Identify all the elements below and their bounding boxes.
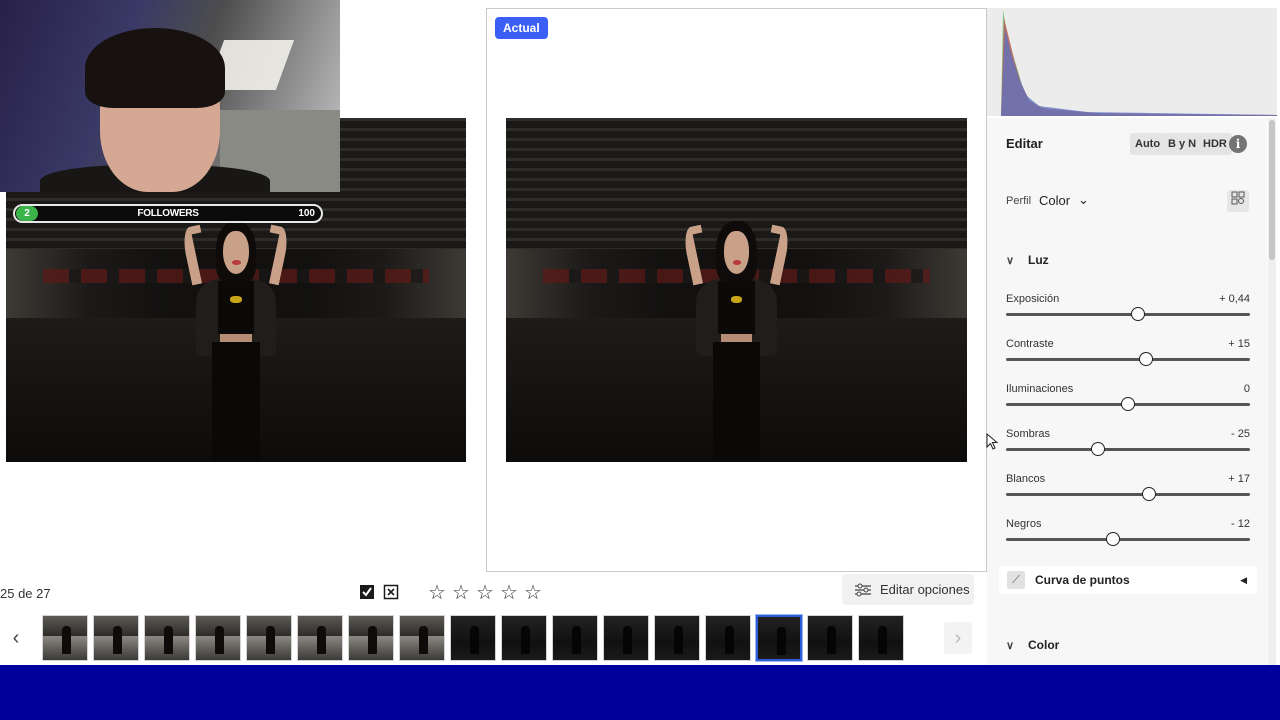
- chevron-down-icon: ∨: [1006, 255, 1015, 267]
- chevron-down-icon: ∨: [1006, 640, 1015, 652]
- panel-title: Editar: [1006, 136, 1043, 151]
- slider-value[interactable]: + 17: [1228, 473, 1250, 485]
- filmstrip-thumbnail[interactable]: [654, 615, 700, 661]
- slider-knob[interactable]: [1141, 487, 1156, 501]
- followers-count: 2: [16, 206, 38, 221]
- slider-track[interactable]: [1006, 358, 1250, 361]
- filmstrip-thumbnail[interactable]: [195, 615, 241, 661]
- sliders-icon: [855, 583, 871, 596]
- slider-row: Blancos + 17: [1006, 473, 1250, 513]
- flag-pick-icon[interactable]: [358, 584, 376, 602]
- followers-goal: 100: [298, 208, 315, 219]
- slider-label: Sombras: [1006, 428, 1051, 440]
- slider-row: Sombras - 25: [1006, 428, 1250, 468]
- histogram: [987, 8, 1277, 116]
- curve-icon: ⟋: [1007, 571, 1025, 589]
- filmstrip-thumbnail[interactable]: [552, 615, 598, 661]
- slider-row: Iluminaciones 0: [1006, 383, 1250, 423]
- auto-button[interactable]: Auto: [1130, 133, 1166, 155]
- slider-track[interactable]: [1006, 313, 1250, 316]
- bottom-band: [0, 665, 1280, 720]
- point-curve-label: Curva de puntos: [1035, 573, 1130, 587]
- star-icon[interactable]: ☆: [427, 582, 447, 604]
- slider-row: Exposición + 0,44: [1006, 293, 1250, 333]
- actual-badge: Actual: [495, 17, 548, 39]
- filmstrip-thumbnail[interactable]: [399, 615, 445, 661]
- section-color-header[interactable]: ∨ Color: [1006, 638, 1059, 652]
- filmstrip-thumbnail[interactable]: [246, 615, 292, 661]
- followers-goal-bar: FOLLOWERS 2 100: [13, 204, 323, 223]
- mouse-cursor-icon: [986, 433, 999, 450]
- slider-row: Contraste + 15: [1006, 338, 1250, 378]
- star-icon[interactable]: ☆: [523, 582, 543, 604]
- filmstrip-thumbnail[interactable]: [93, 615, 139, 661]
- slider-knob[interactable]: [1139, 352, 1154, 366]
- filmstrip-thumbnail[interactable]: [297, 615, 343, 661]
- slider-value[interactable]: 0: [1244, 383, 1250, 395]
- slider-value[interactable]: + 15: [1228, 338, 1250, 350]
- slider-value[interactable]: - 25: [1231, 428, 1250, 440]
- slider-track[interactable]: [1006, 448, 1250, 451]
- star-icon[interactable]: ☆: [451, 582, 471, 604]
- filmstrip-thumbnail[interactable]: [450, 615, 496, 661]
- filmstrip-thumbnail[interactable]: [144, 615, 190, 661]
- info-icon[interactable]: i: [1229, 135, 1247, 153]
- filmstrip-thumbnail[interactable]: [603, 615, 649, 661]
- slider-knob[interactable]: [1106, 532, 1121, 546]
- edit-options-label: Editar opciones: [880, 582, 970, 597]
- profile-select[interactable]: Color: [1039, 193, 1070, 208]
- slider-label: Contraste: [1006, 338, 1054, 350]
- edit-options-button[interactable]: Editar opciones: [842, 574, 974, 605]
- slider-label: Blancos: [1006, 473, 1046, 485]
- slider-label: Exposición: [1006, 293, 1060, 305]
- photo-editor-app: Actual FOLLOWERS 2 100 25 de 27 ☆ ☆ ☆ ☆ …: [0, 0, 1280, 665]
- slider-label: Iluminaciones: [1006, 383, 1074, 395]
- slider-track[interactable]: [1006, 493, 1250, 496]
- slider-label: Negros: [1006, 518, 1042, 530]
- panel-scrollbar[interactable]: [1268, 118, 1276, 665]
- chevron-down-icon[interactable]: ⌄: [1078, 192, 1089, 208]
- star-icon[interactable]: ☆: [499, 582, 519, 604]
- filmstrip-thumbnail[interactable]: [807, 615, 853, 661]
- flag-reject-icon[interactable]: [382, 584, 400, 602]
- star-icon[interactable]: ☆: [475, 582, 495, 604]
- star-rating: ☆ ☆ ☆ ☆ ☆: [427, 582, 543, 604]
- slider-knob[interactable]: [1090, 442, 1105, 456]
- filmstrip: [42, 614, 904, 662]
- filmstrip-prev-button[interactable]: ‹: [2, 622, 30, 654]
- slider-track[interactable]: [1006, 538, 1250, 541]
- black-white-button[interactable]: B y N: [1163, 133, 1202, 155]
- followers-label: FOLLOWERS: [137, 208, 199, 219]
- section-light-header[interactable]: ∨ Luz: [1006, 253, 1049, 267]
- webcam-overlay: [0, 0, 340, 192]
- slider-row: Negros - 12: [1006, 518, 1250, 558]
- slider-value[interactable]: - 12: [1231, 518, 1250, 530]
- slider-knob[interactable]: [1121, 397, 1135, 411]
- filmstrip-thumbnail[interactable]: [501, 615, 547, 661]
- filmstrip-next-button[interactable]: ›: [944, 622, 972, 654]
- slider-value[interactable]: + 0,44: [1219, 293, 1250, 305]
- filmstrip-thumbnail[interactable]: [755, 614, 803, 662]
- photo-counter: 25 de 27: [0, 586, 51, 601]
- hdr-button[interactable]: HDR: [1198, 133, 1232, 155]
- point-curve-row[interactable]: ⟋ Curva de puntos ◀: [999, 566, 1257, 594]
- profile-label: Perfil: [1006, 195, 1032, 207]
- filmstrip-thumbnail[interactable]: [705, 615, 751, 661]
- filmstrip-thumbnail[interactable]: [348, 615, 394, 661]
- profile-browser-icon[interactable]: [1227, 190, 1249, 212]
- actual-photo: [506, 118, 967, 462]
- slider-knob[interactable]: [1130, 307, 1145, 321]
- filmstrip-thumbnail[interactable]: [42, 615, 88, 661]
- expand-arrow-icon: ◀: [1240, 574, 1247, 585]
- filmstrip-thumbnail[interactable]: [858, 615, 904, 661]
